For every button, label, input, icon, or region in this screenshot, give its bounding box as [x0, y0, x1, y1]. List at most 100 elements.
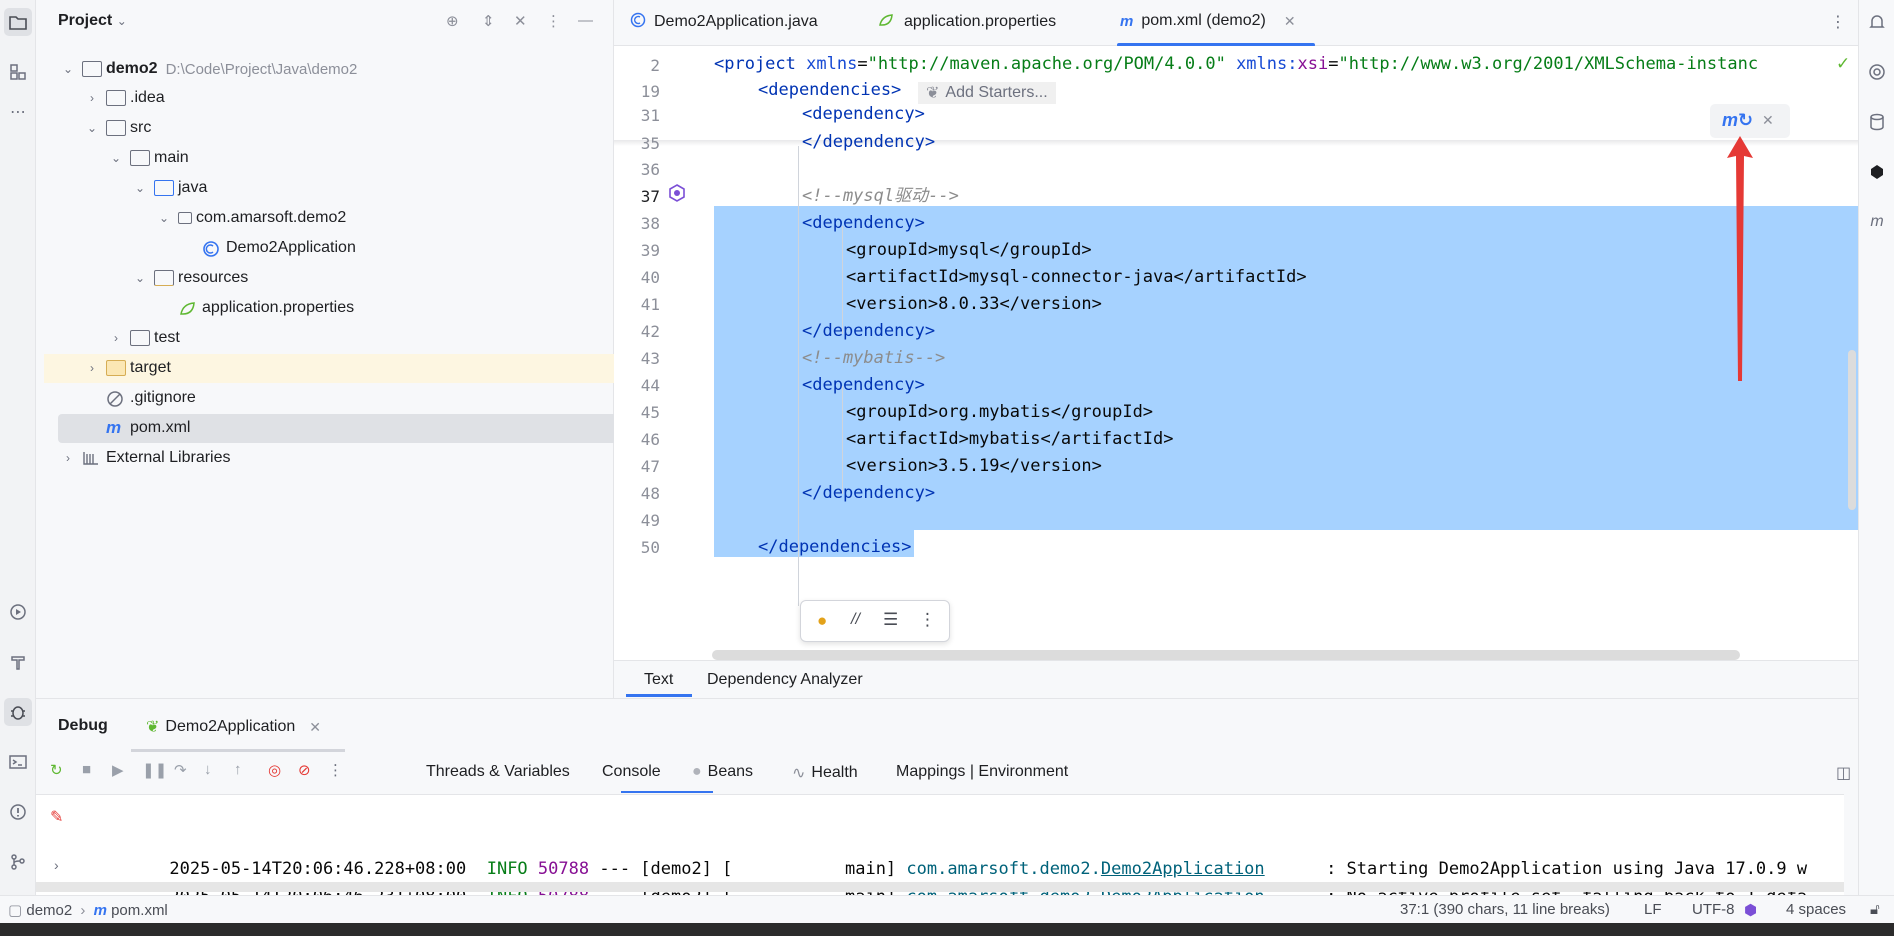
tab-text[interactable]: Text: [644, 671, 673, 689]
step-into-icon[interactable]: ↓: [204, 761, 212, 778]
chevron-down-icon[interactable]: ⌄: [84, 121, 100, 135]
add-starters-button[interactable]: ❦ Add Starters...: [918, 82, 1056, 104]
stop-icon[interactable]: ■: [82, 761, 91, 778]
caret-position[interactable]: 37:1 (390 chars, 11 line breaks): [1400, 901, 1610, 918]
more-tools-icon[interactable]: ⋯: [4, 98, 32, 126]
code-line[interactable]: </dependency>: [802, 321, 935, 341]
clear-console-icon[interactable]: ✎: [50, 807, 63, 827]
build-tool-icon[interactable]: [4, 648, 32, 676]
code-line[interactable]: <version>8.0.33</version>: [846, 294, 1102, 314]
rerun-icon[interactable]: ↻: [50, 761, 63, 779]
editor-horizontal-scrollbar[interactable]: [712, 650, 1740, 660]
collapse-all-icon[interactable]: ✕: [514, 12, 527, 30]
tab-threads-variables[interactable]: Threads & Variables: [426, 763, 570, 781]
tab-application-properties[interactable]: application.properties: [878, 12, 1056, 32]
tab-health[interactable]: ∿ Health: [792, 763, 858, 783]
chevron-down-icon[interactable]: ⌄: [156, 211, 172, 225]
code-line[interactable]: <!--mysql驱动-->: [802, 186, 959, 206]
sticky-line-project[interactable]: <project xmlns="http://maven.apache.org/…: [714, 54, 1758, 74]
code-line[interactable]: <!--mybatis-->: [802, 348, 945, 368]
code-line[interactable]: <version>3.5.19</version>: [846, 456, 1102, 476]
code-line[interactable]: <groupId>org.mybatis</groupId>: [846, 402, 1153, 422]
debug-session-tab[interactable]: ❦ Demo2Application ✕: [146, 717, 321, 737]
console-output[interactable]: ✎ › 2025-05-14T20:06:46.228+08:00 INFO 5…: [36, 794, 1844, 895]
services-tool-icon[interactable]: [4, 598, 32, 626]
code-line[interactable]: <dependency>: [802, 375, 925, 395]
plugin-tool-icon[interactable]: [1863, 158, 1891, 186]
locate-icon[interactable]: ⊕: [446, 12, 459, 30]
code-line[interactable]: <groupId>mysql</groupId>: [846, 240, 1092, 260]
tab-pom-xml[interactable]: m pom.xml (demo2) ✕: [1120, 12, 1296, 30]
ai-assistant-icon[interactable]: [1863, 58, 1891, 86]
maven-reload-icon[interactable]: m↻: [1722, 110, 1753, 131]
tree-item-demo2[interactable]: ⌄ demo2 D:\Code\Project\Java\demo2: [60, 55, 357, 83]
tab-console[interactable]: Console: [602, 763, 661, 781]
debug-tool-icon[interactable]: [4, 698, 32, 726]
project-tool-icon[interactable]: [4, 8, 32, 36]
lock-icon[interactable]: 🔓︎: [1870, 901, 1880, 918]
chevron-down-icon[interactable]: ⌄: [132, 181, 148, 195]
expand-icon[interactable]: ›: [54, 857, 59, 873]
project-panel-title[interactable]: Project ⌄: [58, 12, 127, 30]
chevron-right-icon[interactable]: ›: [60, 451, 76, 465]
chevron-down-icon[interactable]: ⌄: [108, 151, 124, 165]
tree-item-resources[interactable]: ⌄ resources: [132, 264, 248, 292]
mute-breakpoints-icon[interactable]: ⊘: [298, 761, 311, 779]
maven-tool-icon[interactable]: m: [1863, 208, 1891, 236]
intention-bulb-icon[interactable]: ●: [817, 611, 827, 631]
close-tab-icon[interactable]: ✕: [309, 719, 321, 736]
plugin-status-icon[interactable]: ⬢: [1744, 901, 1757, 919]
chevron-down-icon[interactable]: ⌄: [60, 62, 76, 76]
breadcrumb-file[interactable]: pom.xml: [111, 902, 168, 919]
tab-dependency-analyzer[interactable]: Dependency Analyzer: [707, 671, 863, 689]
tree-item-external-libraries[interactable]: › External Libraries: [60, 444, 231, 472]
database-tool-icon[interactable]: [1863, 108, 1891, 136]
editor-vertical-scrollbar[interactable]: [1848, 350, 1856, 510]
problems-tool-icon[interactable]: [4, 798, 32, 826]
code-line[interactable]: </dependency>: [802, 483, 935, 503]
close-popup-icon[interactable]: ✕: [1762, 112, 1774, 129]
layout-settings-icon[interactable]: ◫: [1836, 763, 1851, 783]
sticky-line-dependency[interactable]: <dependency>: [802, 104, 925, 124]
tree-item-target[interactable]: › target: [84, 354, 171, 382]
chevron-right-icon[interactable]: ›: [84, 361, 100, 375]
sticky-line-dependencies[interactable]: <dependencies>: [758, 80, 901, 100]
reformat-icon[interactable]: ☰: [883, 610, 898, 630]
terminal-tool-icon[interactable]: [4, 748, 32, 776]
tab-demo2application[interactable]: Demo2Application.java: [630, 12, 818, 32]
tree-item-test[interactable]: › test: [108, 324, 180, 352]
tree-item-idea[interactable]: › .idea: [84, 84, 165, 112]
breadcrumb-project[interactable]: demo2: [26, 902, 72, 919]
hide-panel-icon[interactable]: —: [578, 12, 593, 29]
tab-mappings-environment[interactable]: Mappings | Environment: [896, 763, 1068, 781]
pause-icon[interactable]: ❚❚: [142, 761, 167, 779]
more-actions-icon[interactable]: ⋮: [919, 610, 936, 630]
code-line[interactable]: <artifactId>mysql-connector-java</artifa…: [846, 267, 1307, 287]
breadcrumb[interactable]: ▢ demo2 › m pom.xml: [8, 901, 168, 919]
tree-item-pom-xml[interactable]: m pom.xml: [106, 414, 190, 442]
tree-item-java[interactable]: ⌄ java: [132, 174, 207, 202]
options-icon[interactable]: ⋮: [546, 12, 561, 30]
step-out-icon[interactable]: ↑: [234, 761, 242, 778]
tree-item-demo2application[interactable]: Demo2Application: [202, 234, 356, 262]
tree-item-gitignore[interactable]: .gitignore: [106, 384, 196, 412]
expand-all-icon[interactable]: ⇕: [482, 12, 495, 30]
code-line[interactable]: </dependencies>: [758, 537, 912, 557]
code-editor[interactable]: 2 <project xmlns="http://maven.apache.or…: [614, 46, 1858, 660]
line-separator[interactable]: LF: [1644, 901, 1662, 918]
chevron-down-icon[interactable]: ⌄: [132, 271, 148, 285]
notifications-icon[interactable]: [1863, 8, 1891, 36]
plugin-gutter-icon[interactable]: [668, 184, 686, 207]
code-line[interactable]: </dependency>: [802, 132, 935, 152]
code-line[interactable]: <artifactId>mybatis</artifactId>: [846, 429, 1174, 449]
tree-item-src[interactable]: ⌄ src: [84, 114, 151, 142]
resume-icon[interactable]: ▶: [112, 761, 124, 779]
close-tab-icon[interactable]: ✕: [1284, 13, 1296, 30]
tree-item-main[interactable]: ⌄ main: [108, 144, 189, 172]
file-encoding[interactable]: UTF-8: [1692, 901, 1735, 918]
view-breakpoints-icon[interactable]: ◎: [268, 761, 281, 779]
step-over-icon[interactable]: ↷: [174, 761, 187, 779]
chevron-right-icon[interactable]: ›: [108, 331, 124, 345]
chevron-right-icon[interactable]: ›: [84, 91, 100, 105]
tree-item-package[interactable]: ⌄ com.amarsoft.demo2: [156, 204, 346, 232]
